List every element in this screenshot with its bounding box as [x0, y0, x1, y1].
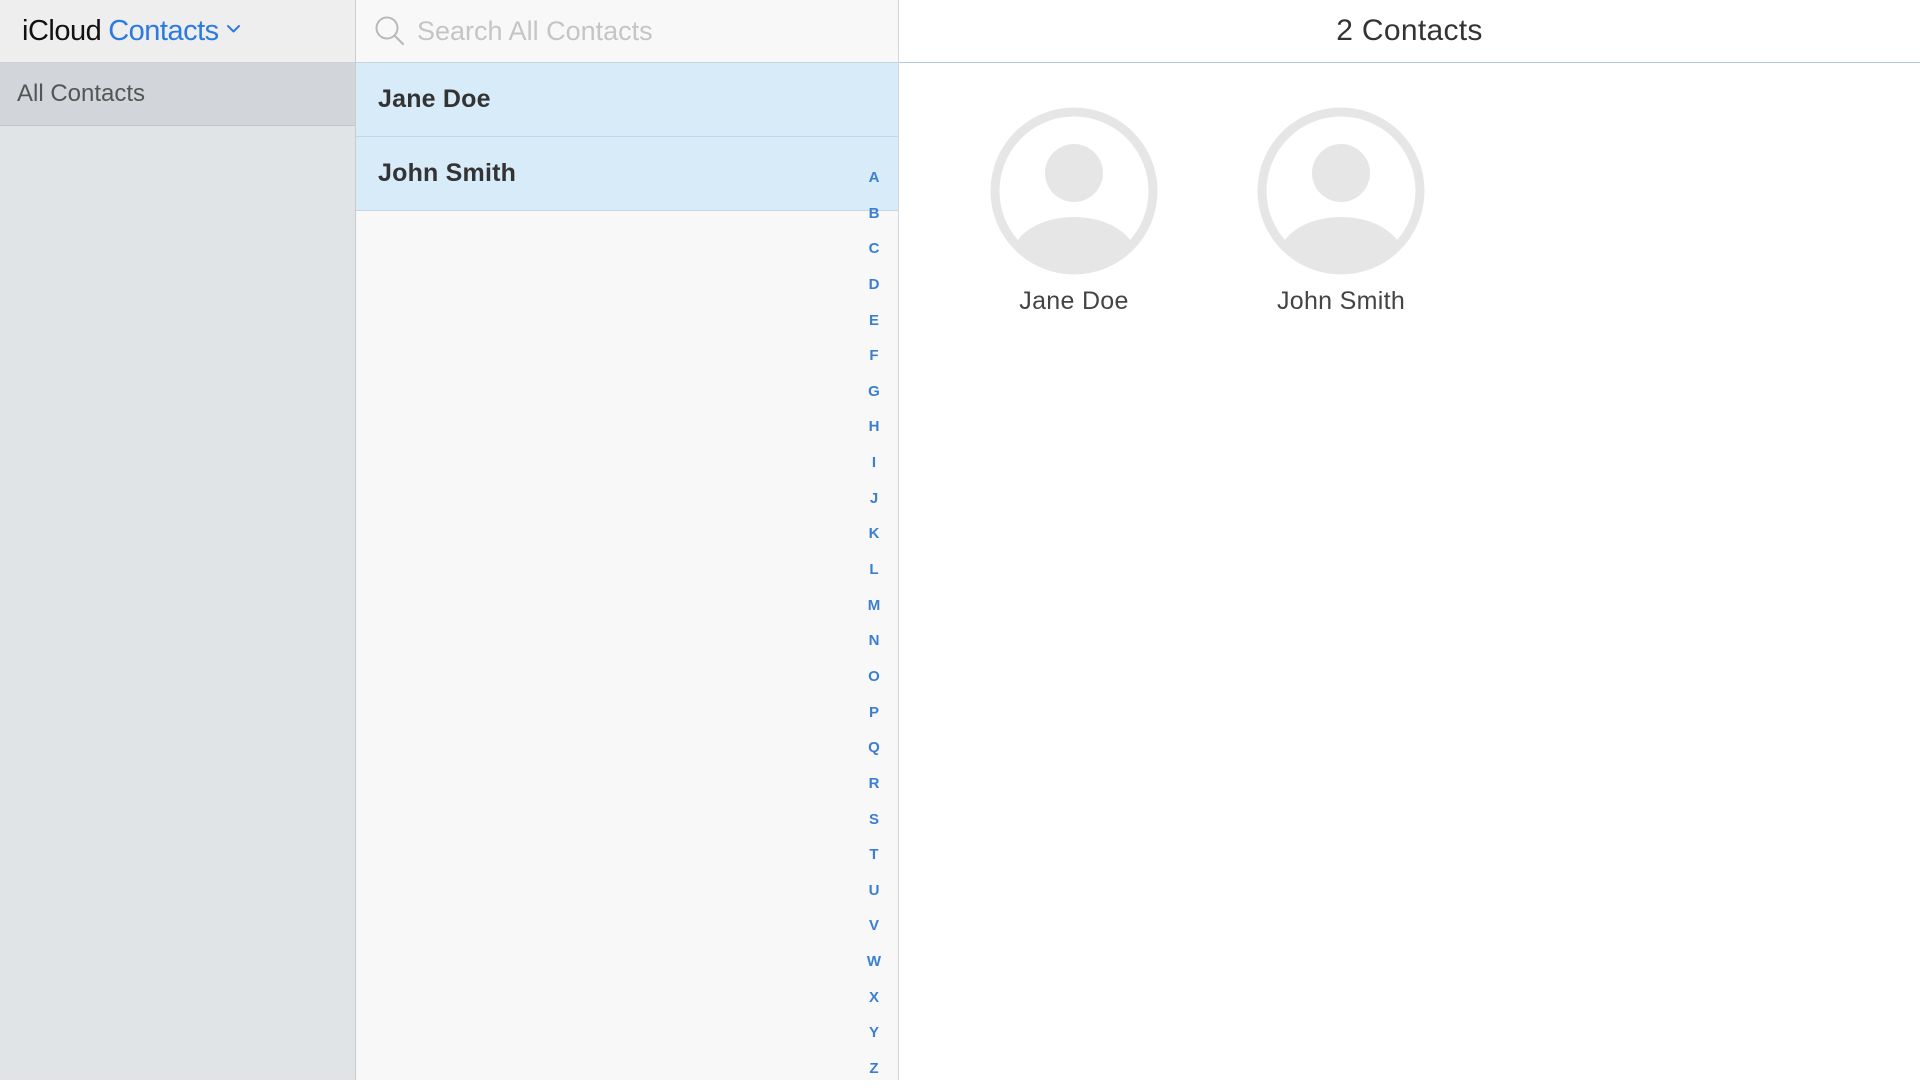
app-switcher[interactable]: iCloud Contacts — [0, 0, 355, 63]
alphabet-index-letter[interactable]: W — [854, 949, 894, 985]
alphabet-index-letter[interactable]: K — [854, 521, 894, 557]
contact-card[interactable]: Jane Doe — [979, 107, 1169, 316]
search-bar[interactable] — [356, 0, 898, 63]
contact-card-name: John Smith — [1276, 287, 1406, 315]
alphabet-index-letter[interactable]: M — [854, 593, 894, 629]
contact-row[interactable]: Jane Doe — [356, 63, 898, 137]
alphabet-index-letter[interactable]: O — [854, 664, 894, 700]
alphabet-index-letter[interactable]: B — [854, 201, 894, 237]
alphabet-index-letter[interactable]: Z — [854, 1056, 894, 1092]
contact-row[interactable]: John Smith — [356, 137, 898, 211]
person-silhouette-icon[interactable] — [1257, 107, 1425, 275]
alphabet-index-letter[interactable]: A — [854, 165, 894, 201]
chevron-down-icon[interactable] — [225, 20, 242, 37]
alphabet-index-letter[interactable]: Q — [854, 735, 894, 771]
contact-card-grid: Jane Doe John Smith — [899, 63, 1920, 463]
sidebar: iCloud Contacts All Contacts — [0, 0, 356, 1080]
icloud-label: iCloud — [22, 14, 102, 47]
alphabet-index-letter[interactable]: U — [854, 878, 894, 914]
alphabet-index-letter[interactable]: X — [854, 985, 894, 1021]
group-label: All Contacts — [17, 80, 146, 107]
alphabet-index-letter[interactable]: Y — [854, 1020, 894, 1056]
alphabet-index-letter[interactable]: C — [854, 236, 894, 272]
alphabet-index-letter[interactable]: J — [854, 486, 894, 522]
alphabet-index-letter[interactable]: R — [854, 771, 894, 807]
alphabet-index-letter[interactable]: L — [854, 557, 894, 593]
contact-count: 2 Contacts — [1336, 14, 1483, 47]
contact-count-header: 2 Contacts — [899, 0, 1920, 63]
alphabet-index-letter[interactable]: E — [854, 308, 894, 344]
alphabet-index-letter[interactable]: T — [854, 842, 894, 878]
alphabet-index-letter[interactable]: N — [854, 628, 894, 664]
alphabet-index-letter[interactable]: I — [854, 450, 894, 486]
contact-row-name: John Smith — [378, 159, 517, 187]
detail-pane: 2 Contacts Jane Doe John Smith — [899, 0, 1920, 1080]
contact-list-pane: Jane Doe John Smith ABCDEFGHIJKLMNOPQRST… — [356, 0, 899, 1080]
alphabet-index-letter[interactable]: V — [854, 913, 894, 949]
group-all-contacts[interactable]: All Contacts — [0, 63, 355, 126]
person-silhouette-icon[interactable] — [990, 107, 1158, 275]
search-input[interactable] — [415, 14, 855, 48]
alphabet-index-letter[interactable]: H — [854, 414, 894, 450]
contacts-app-label[interactable]: Contacts — [108, 15, 219, 48]
search-icon — [375, 16, 405, 46]
contact-row-name: Jane Doe — [378, 85, 491, 113]
alphabet-index-letter[interactable]: P — [854, 700, 894, 736]
contact-card-name: Jane Doe — [1019, 287, 1129, 315]
alphabet-index-letter[interactable]: D — [854, 272, 894, 308]
alphabet-index-letter[interactable]: G — [854, 379, 894, 415]
alphabet-index-letter[interactable]: S — [854, 807, 894, 843]
alphabet-index-letter[interactable]: F — [854, 343, 894, 379]
alphabet-index: ABCDEFGHIJKLMNOPQRSTUVWXYZ — [854, 165, 894, 1092]
contact-card[interactable]: John Smith — [1246, 107, 1436, 316]
